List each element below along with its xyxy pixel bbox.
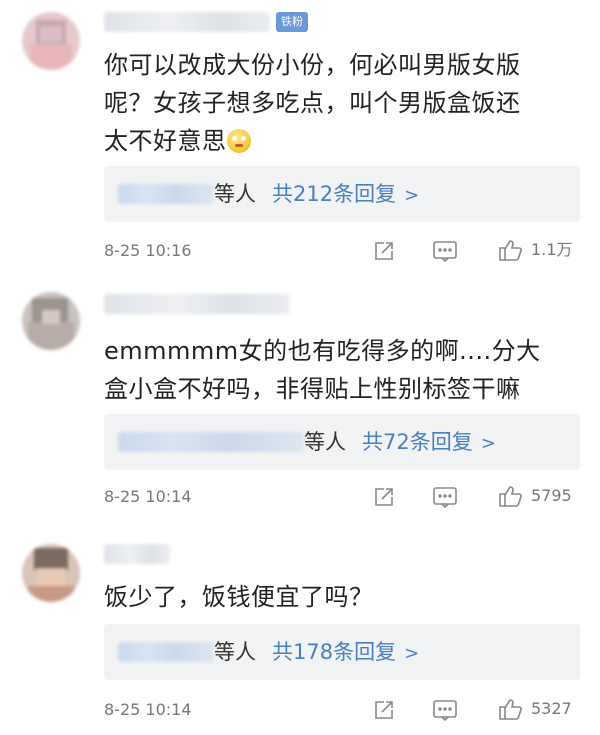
- share-icon: [375, 242, 393, 260]
- chevron-right-icon: >: [404, 643, 420, 664]
- view-replies-label: 共212条回复: [272, 182, 397, 206]
- comment-text-line: 饭少了，饭钱便宜了吗？: [104, 583, 374, 611]
- comment-text-span: 太不好意思: [104, 127, 227, 155]
- reply-summary[interactable]: 等人 共212条回复 >: [104, 166, 580, 222]
- comment-item: 铁粉 你可以改成大份小份，何必叫男版女版 呢？女孩子想多吃点，叫个男版盒饭还 太…: [0, 0, 600, 280]
- share-button[interactable]: [372, 239, 396, 263]
- flushed-face-emoji-icon: [226, 129, 251, 153]
- comment-time: 8-25 10:14: [104, 700, 192, 719]
- comment-icon: [433, 487, 457, 509]
- view-replies-label: 共178条回复: [272, 640, 397, 664]
- share-button[interactable]: [372, 698, 396, 722]
- comment-button[interactable]: [432, 239, 458, 263]
- comment-text: 你可以改成大份小份，何必叫男版女版 呢？女孩子想多吃点，叫个男版盒饭还 太不好意…: [104, 46, 584, 160]
- like-icon: [499, 699, 522, 720]
- username-blurred[interactable]: [104, 294, 290, 314]
- reply-usernames-blurred: [118, 184, 214, 204]
- reply-suffix: 等人: [304, 430, 346, 454]
- comment-item: 饭少了，饭钱便宜了吗？ 等人 共178条回复 > 8-25 10:14 5327: [0, 530, 600, 735]
- share-icon: [375, 488, 393, 506]
- like-button[interactable]: 5795: [497, 484, 572, 508]
- like-count: 5795: [531, 486, 572, 505]
- comment-button[interactable]: [432, 698, 458, 722]
- comment-item: emmmmm女的也有吃得多的啊....分大 盒小盒不好吗，非得贴上性别标签干嘛 …: [0, 280, 600, 530]
- comment-text: 饭少了，饭钱便宜了吗？: [104, 578, 584, 616]
- avatar[interactable]: [22, 292, 80, 350]
- comment-icon: [433, 700, 457, 722]
- reply-usernames-blurred: [118, 642, 214, 662]
- like-count: 1.1万: [531, 240, 573, 259]
- comment-text-line: 你可以改成大份小份，何必叫男版女版: [104, 51, 521, 79]
- comment-text-line: emmmmm女的也有吃得多的啊....分大: [104, 337, 541, 365]
- share-icon: [375, 701, 393, 719]
- like-icon: [499, 486, 522, 507]
- avatar[interactable]: [22, 12, 80, 70]
- view-replies-link[interactable]: 共178条回复 >: [272, 637, 419, 669]
- comment-text-line-with-emoji: 太不好意思: [104, 122, 584, 160]
- chevron-right-icon: >: [404, 185, 420, 206]
- comment-text-line: 呢？女孩子想多吃点，叫个男版盒饭还: [104, 89, 521, 117]
- comment-text-line: 盒小盒不好吗，非得贴上性别标签干嘛: [104, 375, 521, 403]
- share-button[interactable]: [372, 485, 396, 509]
- like-button[interactable]: 1.1万: [497, 238, 572, 262]
- comment-text: emmmmm女的也有吃得多的啊....分大 盒小盒不好吗，非得贴上性别标签干嘛: [104, 332, 584, 408]
- reply-usernames-blurred: [118, 432, 304, 452]
- like-count: 5327: [531, 699, 572, 718]
- username-blurred[interactable]: [104, 544, 170, 564]
- reply-summary[interactable]: 等人 共72条回复 >: [104, 414, 580, 470]
- like-button[interactable]: 5327: [497, 697, 572, 721]
- view-replies-link[interactable]: 共212条回复 >: [272, 179, 419, 211]
- comment-icon: [433, 241, 457, 263]
- view-replies-label: 共72条回复: [362, 430, 473, 454]
- avatar[interactable]: [22, 544, 80, 602]
- reply-suffix: 等人: [214, 640, 256, 664]
- chevron-right-icon: >: [480, 433, 496, 454]
- fan-badge: 铁粉: [276, 12, 308, 32]
- view-replies-link[interactable]: 共72条回复 >: [362, 427, 496, 459]
- reply-summary[interactable]: 等人 共178条回复 >: [104, 624, 580, 680]
- comment-time: 8-25 10:16: [104, 241, 192, 260]
- username-blurred[interactable]: [104, 12, 270, 32]
- comment-button[interactable]: [432, 485, 458, 509]
- comment-time: 8-25 10:14: [104, 487, 192, 506]
- like-icon: [499, 240, 522, 261]
- reply-suffix: 等人: [214, 182, 256, 206]
